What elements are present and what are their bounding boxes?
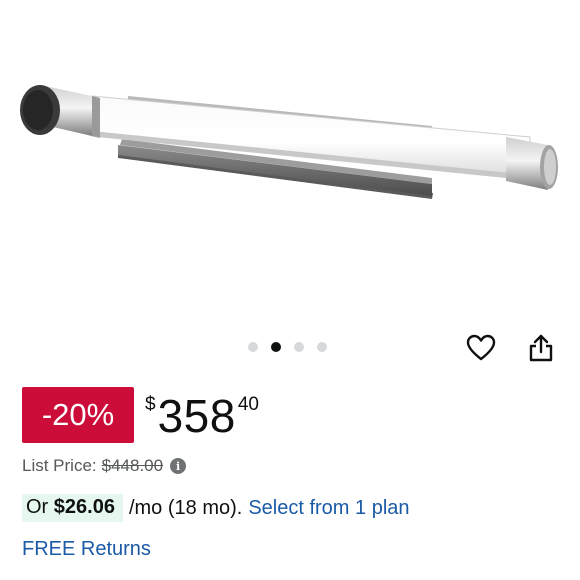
wishlist-button[interactable] bbox=[464, 332, 498, 364]
share-button[interactable] bbox=[524, 331, 558, 365]
discount-badge: -20% bbox=[22, 387, 134, 443]
installment-prefix: Or bbox=[26, 496, 49, 518]
share-icon bbox=[529, 334, 553, 362]
installment-amount: $26.06 bbox=[53, 496, 115, 518]
product-image[interactable] bbox=[0, 0, 580, 320]
carousel-dot[interactable] bbox=[317, 342, 327, 352]
info-icon[interactable]: i bbox=[170, 458, 187, 474]
price: $ 358 40 bbox=[145, 388, 259, 448]
heart-icon bbox=[466, 334, 496, 361]
discount-label: -20% bbox=[41, 397, 115, 432]
price-whole: 358 bbox=[157, 390, 236, 442]
installment-term: /mo (18 mo). bbox=[128, 496, 243, 519]
carousel-dot-active[interactable] bbox=[271, 342, 281, 352]
carousel-dot[interactable] bbox=[248, 342, 258, 352]
list-price-label: List Price: bbox=[22, 456, 97, 475]
image-carousel-indicator bbox=[248, 342, 327, 352]
list-price: List Price: $448.00 i bbox=[22, 456, 187, 476]
list-price-value: $448.00 bbox=[101, 456, 164, 475]
installment-highlight: Or $26.06 bbox=[22, 494, 123, 522]
carousel-dot[interactable] bbox=[294, 342, 304, 352]
select-plan-link[interactable]: Select from 1 plan bbox=[248, 497, 409, 520]
product-detail-page: -20% $ 358 40 List Price: $448.00 i Or $… bbox=[0, 0, 580, 580]
price-fraction: 40 bbox=[237, 394, 259, 415]
currency-symbol: $ bbox=[145, 394, 156, 415]
free-returns-link[interactable]: FREE Returns bbox=[22, 538, 151, 561]
installment-offer: Or $26.06 /mo (18 mo). Select from 1 pla… bbox=[22, 494, 410, 522]
